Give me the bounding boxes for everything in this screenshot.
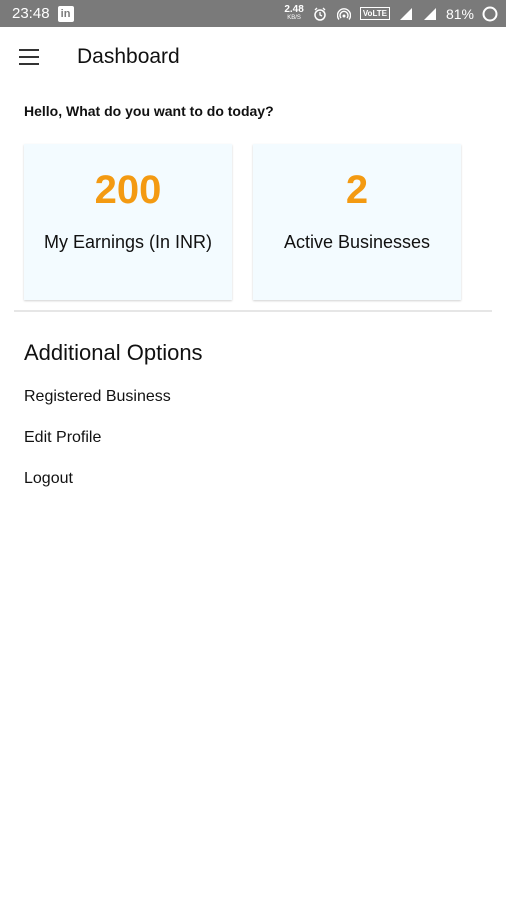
option-logout[interactable]: Logout <box>24 470 73 488</box>
divider <box>14 310 492 312</box>
status-time: 23:48 <box>12 5 50 22</box>
additional-options-title: Additional Options <box>24 340 203 365</box>
network-speed-value: 2.48 <box>284 3 304 15</box>
battery-icon <box>482 6 498 22</box>
option-edit-profile[interactable]: Edit Profile <box>24 429 101 447</box>
linkedin-icon: in <box>57 5 74 22</box>
active-businesses-label: Active Businesses <box>283 232 431 252</box>
battery-percent: 81% <box>445 5 474 22</box>
greeting-text: Hello, What do you want to do today? <box>24 103 274 119</box>
earnings-card[interactable]: 200 My Earnings (In INR) <box>24 144 232 300</box>
active-businesses-value: 2 <box>345 168 369 212</box>
status-bar-right: 2.48 KB/S VoLTE 81% <box>284 3 498 22</box>
signal-4g-icon <box>398 6 414 22</box>
signal-icon <box>422 6 438 22</box>
option-registered-business[interactable]: Registered Business <box>24 388 171 406</box>
alarm-icon <box>312 6 328 22</box>
volte-badge: VoLTE <box>359 7 390 20</box>
network-speed-unit: KB/S <box>287 14 301 21</box>
network-speed: 2.48 KB/S <box>284 3 304 22</box>
status-bar: 23:48 in 2.48 KB/S VoLTE 81% <box>0 0 506 27</box>
app-bar: Dashboard <box>0 27 506 91</box>
page-title: Dashboard <box>77 45 180 68</box>
active-businesses-card[interactable]: 2 Active Businesses <box>253 144 461 300</box>
earnings-value: 200 <box>94 168 162 212</box>
status-bar-left: 23:48 in <box>12 5 74 22</box>
hotspot-icon <box>336 6 352 22</box>
earnings-label: My Earnings (In INR) <box>43 232 213 252</box>
hamburger-menu-icon[interactable] <box>19 49 39 65</box>
